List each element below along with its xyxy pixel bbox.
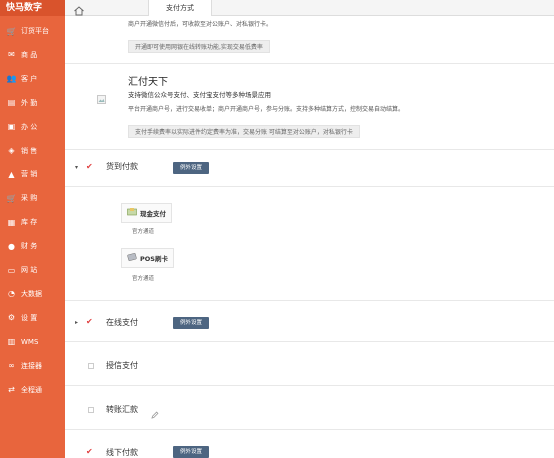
home-icon[interactable] (73, 2, 85, 16)
sidebar-item-label: 商 品 (21, 50, 38, 59)
cod-exception-settings-button[interactable]: 例外设置 (173, 162, 210, 174)
sidebar-item[interactable]: ▲ 营 销 (0, 163, 65, 185)
document-icon: ▤ (7, 98, 16, 108)
offline-payment-label: 线下付款 (106, 448, 138, 457)
credit-payment-label: 授信支付 (106, 361, 138, 370)
huifu-info-button[interactable]: 支付手续费率以实际进件约定费率为准，交易分账 可结算至对公账户，对私银行卡 (128, 125, 360, 138)
sidebar-item[interactable]: ◈ 销 售 (0, 140, 65, 162)
sidebar-item-label: WMS (21, 337, 39, 346)
pos-card-icon (127, 253, 137, 263)
warehouse-icon: ▥ (7, 337, 16, 347)
huifu-title: 汇付天下 (128, 77, 168, 88)
sidebar-item-label: 营 销 (21, 170, 38, 179)
cash-payment-caption: 官方通道 (132, 229, 155, 235)
sidebar-item-label: 财 务 (21, 242, 38, 251)
offline-exception-settings-button[interactable]: 例外设置 (173, 446, 210, 458)
sidebar-item[interactable]: 👥 客 户 (0, 68, 65, 90)
offline-payment-checkbox[interactable]: ✔ (86, 447, 93, 456)
divider (65, 429, 554, 430)
sidebar: 快马数字 🛒 订货平台 ✉ 商 品 👥 客 户 ▤ 外 勤 ▣ 办 公 ◈ 销 售 ▲ 营 销 🛒 采 购 ▦ 库… (0, 0, 65, 458)
mail-icon: ✉ (8, 50, 15, 60)
sidebar-item[interactable]: ◔ 大数据 (0, 283, 65, 305)
sidebar-item[interactable]: ▣ 办 公 (0, 116, 65, 138)
sidebar-item[interactable]: ✉ 商 品 (0, 44, 65, 66)
topbar: 支付方式 (65, 0, 554, 16)
tab-payment-methods[interactable]: 支付方式 (148, 0, 212, 16)
sidebar-item-label: 设 置 (21, 313, 38, 322)
users-icon: 👥 (6, 74, 17, 84)
divider (65, 300, 554, 301)
divider (65, 186, 554, 187)
sidebar-item[interactable]: ⚙ 设 置 (0, 307, 65, 329)
sidebar-item-label: 外 勤 (21, 98, 38, 107)
box-icon: ▦ (7, 217, 16, 227)
divider (65, 63, 554, 64)
divider (65, 341, 554, 342)
exchange-icon: ⇄ (8, 385, 15, 394)
sidebar-item-label: 库 存 (21, 218, 38, 227)
link-icon: ∞ (8, 361, 15, 371)
cod-label: 货到付款 (106, 162, 138, 171)
briefcase-icon: ▣ (7, 122, 16, 132)
sidebar-item[interactable]: ∞ 连接器 (0, 355, 65, 377)
monitor-icon: ▭ (7, 265, 16, 275)
top-section-info-button[interactable]: 开通即可使用网银在线转账功能,实现交易低费率 (128, 40, 270, 53)
gear-icon: ⚙ (7, 313, 16, 323)
huifu-subtitle: 支持微信公众号支付、支付宝支付等多种场景应用 (128, 91, 271, 99)
collapse-arrow-icon[interactable]: ▾ (75, 164, 78, 171)
sidebar-item-label: 大数据 (21, 289, 42, 298)
sidebar-item-label: 网 站 (21, 266, 38, 274)
credit-payment-checkbox[interactable] (88, 363, 94, 369)
pie-chart-icon: ◔ (8, 289, 15, 299)
sidebar-item[interactable]: 🛒 订货平台 (0, 20, 65, 42)
sidebar-item-label: 订货平台 (21, 27, 49, 35)
cart-icon: 🛒 (6, 26, 17, 36)
pos-payment-label: POS刷卡 (140, 255, 168, 263)
brand-logo: 快马数字 (0, 0, 65, 16)
sidebar-item[interactable]: 🛒 采 购 (0, 187, 65, 209)
sidebar-item[interactable]: ● 财 务 (0, 235, 65, 257)
online-payment-checkbox[interactable]: ✔ (86, 317, 93, 326)
sidebar-item-label: 销 售 (21, 146, 38, 155)
sidebar-item-label: 客 户 (21, 74, 38, 83)
sidebar-item[interactable]: ⇄ 全程通 (0, 379, 65, 401)
sidebar-item[interactable]: ▦ 库 存 (0, 211, 65, 233)
sidebar-item-label: 连接器 (21, 361, 42, 370)
pos-payment-caption: 官方通道 (132, 276, 155, 282)
sidebar-item-label: 全程通 (21, 385, 42, 394)
chart-icon: ▲ (8, 169, 15, 179)
cash-payment-label: 现金支付 (140, 210, 166, 218)
cod-checkbox[interactable]: ✔ (86, 162, 93, 171)
tag-icon: ◈ (8, 146, 15, 155)
online-exception-settings-button[interactable]: 例外设置 (173, 317, 210, 329)
online-payment-label: 在线支付 (106, 318, 138, 327)
huifu-description: 平台开通商户号，进行交易收单；商户开通商户号，参与分账。支持多种结算方式，控制交… (128, 106, 405, 113)
sidebar-item-label: 采 购 (21, 194, 38, 203)
cart-icon: 🛒 (6, 193, 17, 203)
top-section-description: 商户开通微信付后，可收款至对公账户、对私银行卡。 (128, 21, 273, 28)
sidebar-item[interactable]: ▭ 网 站 (0, 259, 65, 281)
edit-pencil-icon[interactable] (151, 404, 159, 423)
divider (65, 149, 554, 150)
transfer-checkbox[interactable] (88, 407, 94, 413)
expand-arrow-icon[interactable]: ▸ (75, 319, 78, 326)
pos-payment-card[interactable]: POS刷卡 (121, 248, 174, 268)
cash-icon (127, 208, 137, 218)
sidebar-item-label: 办 公 (21, 122, 38, 131)
divider (65, 385, 554, 386)
money-bag-icon: ● (8, 241, 15, 251)
sidebar-item[interactable]: ▤ 外 勤 (0, 92, 65, 114)
main-content: 商户开通微信付后，可收款至对公账户、对私银行卡。 开通即可使用网银在线转账功能,… (65, 16, 554, 458)
cash-payment-card[interactable]: 现金支付 (121, 203, 172, 223)
huifu-logo-icon (97, 89, 106, 108)
transfer-label: 转账汇款 (106, 405, 138, 414)
sidebar-item[interactable]: ▥ WMS (0, 331, 65, 353)
